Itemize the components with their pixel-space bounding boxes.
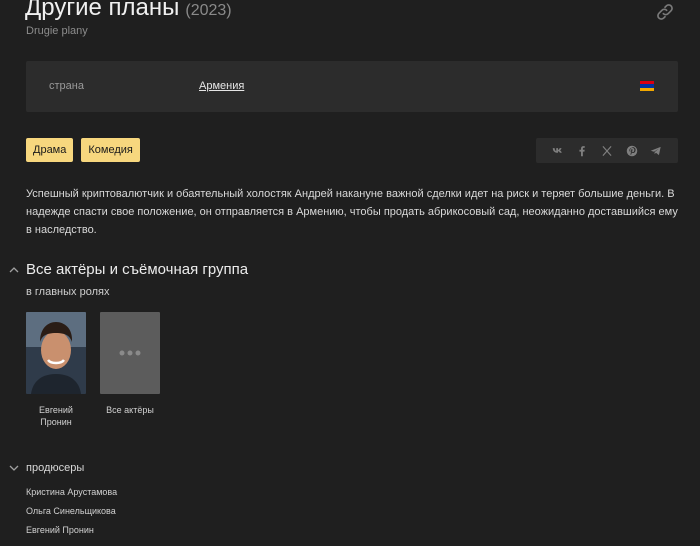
cast-section-title: Все актёры и съёмочная группа [26, 261, 249, 278]
cast-section-toggle[interactable]: Все актёры и съёмочная группа [8, 261, 248, 278]
chevron-down-icon [9, 465, 19, 471]
country-label: страна [49, 80, 84, 92]
title-row: Другие планы (2023) [25, 0, 232, 22]
actor-photo [26, 312, 86, 394]
film-year: (2023) [185, 2, 232, 19]
genre-tag-comedy[interactable]: Комедия [81, 138, 140, 162]
chevron-up-icon [9, 266, 19, 272]
producers-title: продюсеры [26, 462, 85, 474]
link-icon[interactable] [655, 2, 675, 22]
producer-item[interactable]: Кристина Арустамова [26, 487, 117, 497]
armenia-flag-icon [640, 81, 654, 91]
producer-item[interactable]: Ольга Синельщикова [26, 506, 116, 516]
producer-item[interactable]: Евгений Пронин [26, 525, 94, 535]
x-icon[interactable] [598, 142, 616, 160]
all-actors-thumbnail [100, 312, 160, 394]
film-page: Другие планы (2023) Drugie plany страна … [0, 0, 700, 546]
producers-section-toggle[interactable]: продюсеры [8, 462, 84, 474]
share-bar [536, 138, 678, 163]
all-actors-card[interactable]: Все актёры [100, 312, 160, 416]
pinterest-icon[interactable] [623, 142, 641, 160]
film-title: Другие планы [25, 0, 180, 21]
ellipsis-icon [119, 350, 141, 356]
original-title: Drugie plany [26, 25, 88, 37]
telegram-icon[interactable] [647, 142, 665, 160]
actor-card[interactable]: Евгений Пронин [26, 312, 86, 428]
vk-icon[interactable] [549, 142, 567, 160]
info-panel: страна Армения [26, 61, 678, 112]
lead-roles-label: в главных ролях [26, 286, 110, 298]
genre-tag-drama[interactable]: Драма [26, 138, 74, 162]
film-description: Успешный криптовалютчик и обаятельный хо… [26, 188, 678, 236]
facebook-icon[interactable] [573, 142, 591, 160]
genre-list: Драма Комедия [26, 138, 140, 162]
country-link[interactable]: Армения [199, 80, 244, 92]
all-actors-label: Все актёры [106, 405, 154, 415]
actor-name: Евгений Пронин [39, 405, 73, 427]
